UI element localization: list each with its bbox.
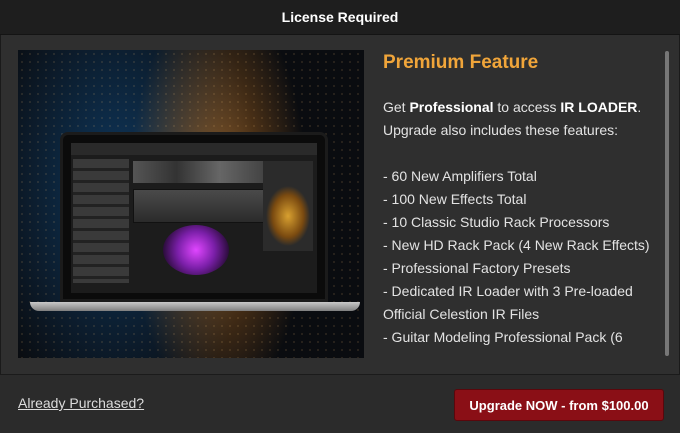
app-screenshot bbox=[71, 143, 317, 293]
feature-list: - 60 New Amplifiers Total - 100 New Effe… bbox=[383, 165, 665, 349]
rack-graphic bbox=[73, 159, 129, 283]
includes-line: Upgrade also includes these features: bbox=[383, 122, 619, 138]
intro-prefix: Get bbox=[383, 99, 410, 115]
laptop-base bbox=[30, 302, 360, 311]
upgrade-button[interactable]: Upgrade NOW - from $100.00 bbox=[454, 389, 664, 421]
feature-item: - 100 New Effects Total bbox=[383, 191, 527, 207]
intro-mid: to access bbox=[493, 99, 561, 115]
signal-chain-graphic bbox=[133, 161, 263, 183]
already-purchased-link[interactable]: Already Purchased? bbox=[18, 395, 144, 411]
scrollbar[interactable] bbox=[665, 51, 669, 356]
plan-name: Professional bbox=[409, 99, 494, 115]
feature-heading: Premium Feature bbox=[383, 52, 539, 73]
feature-item: - New HD Rack Pack (4 New Rack Effects) bbox=[383, 237, 650, 253]
dialog-body: Premium Feature Get Professional to acce… bbox=[0, 35, 680, 374]
feature-item: - Professional Factory Presets bbox=[383, 260, 571, 276]
dialog-footer: Already Purchased? Upgrade NOW - from $1… bbox=[0, 374, 680, 433]
feature-item: - Guitar Modeling Professional Pack (6 bbox=[383, 329, 623, 345]
visualizer-graphic bbox=[163, 225, 229, 275]
laptop-screen bbox=[60, 132, 328, 302]
amp-graphic bbox=[133, 189, 265, 223]
license-dialog: License Required Premium Feature Get Pro… bbox=[0, 0, 680, 433]
feature-item: - 10 Classic Studio Rack Processors bbox=[383, 214, 610, 230]
app-toolbar-graphic bbox=[71, 143, 317, 155]
feature-item: - Dedicated IR Loader with 3 Pre-loaded … bbox=[383, 283, 633, 322]
intro-suffix: . bbox=[637, 99, 642, 115]
feature-name: IR LOADER bbox=[560, 99, 638, 115]
dialog-title: License Required bbox=[0, 0, 680, 35]
feature-item: - 60 New Amplifiers Total bbox=[383, 168, 537, 184]
feature-description: Premium Feature Get Professional to acce… bbox=[383, 50, 665, 358]
guitar-graphic bbox=[263, 161, 313, 251]
product-image bbox=[18, 50, 364, 358]
intro-text: Get Professional to access IR LOADER. Up… bbox=[383, 96, 665, 142]
